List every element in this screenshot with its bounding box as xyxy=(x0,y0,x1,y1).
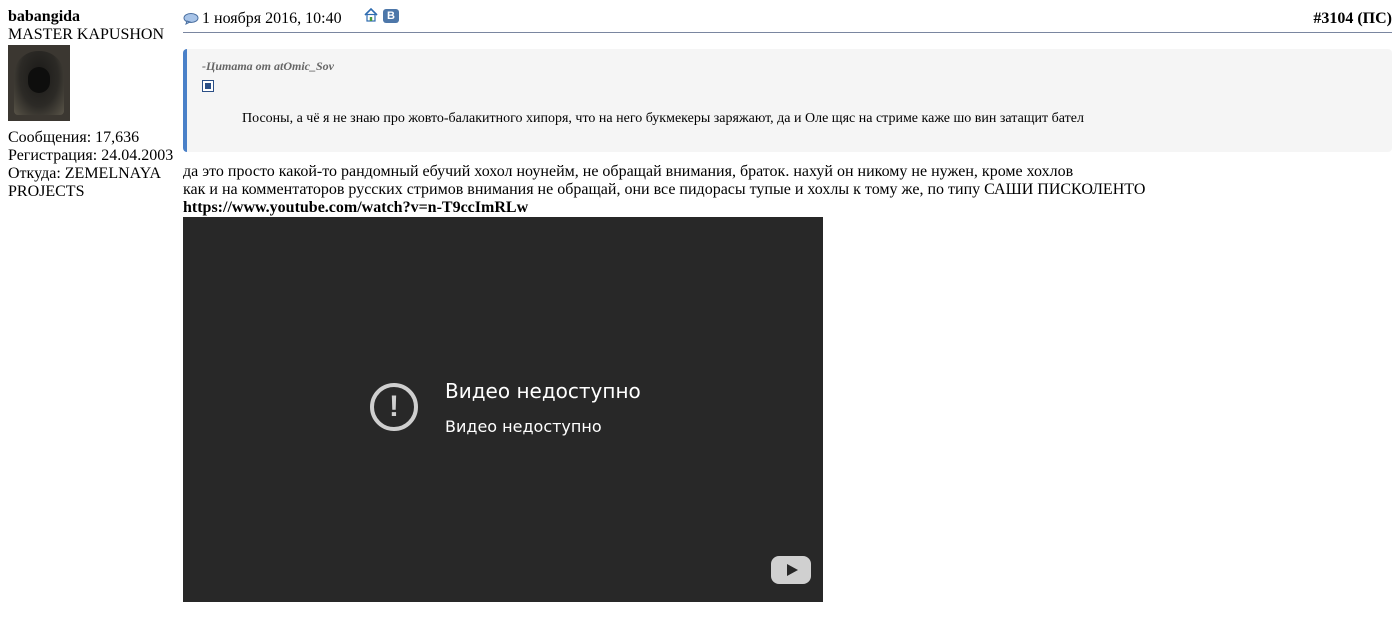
alert-icon: ! xyxy=(370,383,418,431)
video-embed[interactable]: ! Видео недоступно Видео недоступно xyxy=(183,217,823,602)
user-panel: babangida MASTER KAPUSHON Сообщения: 17,… xyxy=(8,8,178,201)
quote-text: Посоны, а чё я не знаю про жовто-балакит… xyxy=(242,111,1084,126)
post-date: 1 ноября 2016, 10:40 xyxy=(183,10,342,28)
quote-link-icon[interactable] xyxy=(202,80,214,92)
video-subtitle: Видео недоступно xyxy=(445,417,602,436)
username[interactable]: babangida xyxy=(8,8,178,26)
post-line-1: да это просто какой-то рандомный ебучий … xyxy=(183,163,1074,180)
user-registration: Регистрация: 24.04.2003 xyxy=(8,147,174,164)
quote-author: -Цитата от atOmic_Sov xyxy=(202,59,334,73)
quote-block: -Цитата от atOmic_Sov Посоны, а чё я не … xyxy=(183,49,1392,152)
post: 1 ноября 2016, 10:40 В #3104 (ПС) -Цитат… xyxy=(183,6,1392,602)
post-date-text: 1 ноября 2016, 10:40 xyxy=(202,10,342,27)
user-post-count: Сообщения: 17,636 xyxy=(8,129,140,146)
speech-bubble-icon xyxy=(183,13,199,25)
user-location: Откуда: ZEMELNAYA PROJECTS xyxy=(8,165,161,200)
youtube-link[interactable]: https://www.youtube.com/watch?v=n-T9ccIm… xyxy=(183,199,528,216)
home-icon[interactable] xyxy=(364,8,378,22)
avatar xyxy=(8,45,70,121)
post-number[interactable]: #3104 (ПС) xyxy=(1313,10,1392,28)
post-header: 1 ноября 2016, 10:40 В #3104 (ПС) xyxy=(183,6,1392,33)
post-line-2: как и на комментаторов русских стримов в… xyxy=(183,181,1146,198)
post-body: да это просто какой-то рандомный ебучий … xyxy=(183,163,1392,217)
user-title: MASTER KAPUSHON xyxy=(8,26,165,43)
youtube-play-icon[interactable] xyxy=(771,556,811,584)
vk-icon[interactable]: В xyxy=(383,9,399,23)
video-title: Видео недоступно xyxy=(445,379,641,403)
